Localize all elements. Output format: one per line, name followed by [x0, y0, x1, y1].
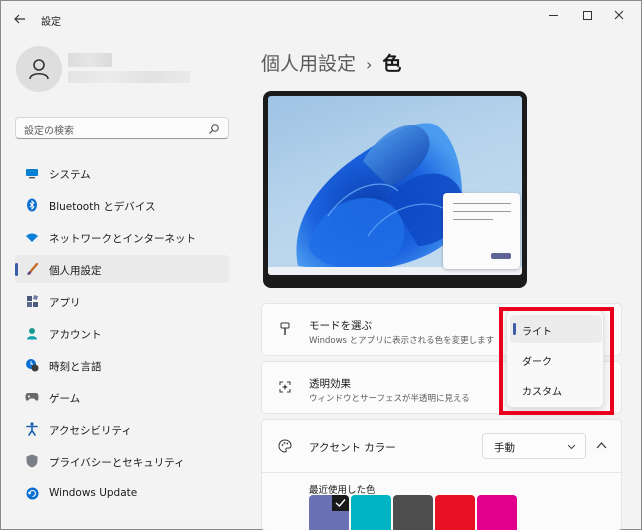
sidebar-item-accounts[interactable]: アカウント: [15, 319, 229, 347]
transparency-title: 透明効果: [309, 378, 351, 390]
sidebar-item-apps[interactable]: アプリ: [15, 287, 229, 315]
chevron-down-icon: [567, 444, 576, 450]
shield-icon: [25, 454, 39, 468]
palette-icon: [278, 439, 292, 453]
sidebar-item-label: ネットワークとインターネット: [49, 233, 196, 245]
breadcrumb: 個人用設定 › 色: [261, 49, 401, 76]
breadcrumb-parent[interactable]: 個人用設定: [261, 53, 356, 75]
sidebar-item-label: アカウント: [49, 329, 102, 341]
breadcrumb-separator: ›: [366, 55, 373, 74]
sidebar-item-label: 個人用設定: [49, 265, 102, 277]
color-swatch[interactable]: [435, 495, 475, 530]
preview-desktop: [268, 96, 522, 275]
accent-mode-dropdown[interactable]: 手動: [482, 433, 586, 459]
sidebar-item-label: プライバシーとセキュリティ: [49, 457, 185, 469]
sidebar-item-label: ゲーム: [49, 393, 81, 405]
page-title: 色: [382, 53, 402, 75]
apps-icon: [25, 294, 39, 308]
close-icon: [614, 10, 624, 20]
clock-globe-icon: [25, 358, 39, 372]
avatar[interactable]: [16, 46, 62, 92]
color-swatch[interactable]: [477, 495, 517, 530]
maximize-button[interactable]: [573, 5, 601, 25]
mode-description: Windows とアプリに表示される色を変更します: [309, 336, 495, 346]
gamepad-icon: [25, 390, 39, 404]
person-icon: [25, 326, 39, 340]
user-email-blurred: [68, 71, 190, 83]
theme-preview: [263, 91, 527, 288]
sidebar-item-bluetooth[interactable]: Bluetooth とデバイス: [15, 191, 229, 219]
search-input[interactable]: 設定の検索: [24, 122, 74, 137]
transparency-description: ウィンドウとサーフェスが半透明に見える: [309, 394, 470, 404]
accent-mode-value: 手動: [494, 442, 515, 454]
sidebar-item-label: アクセシビリティ: [49, 425, 132, 437]
transparency-icon: [278, 380, 292, 394]
update-icon: [25, 486, 39, 500]
minimize-icon: [548, 14, 558, 16]
sidebar-item-time-language[interactable]: 時刻と言語: [15, 351, 229, 379]
color-swatch[interactable]: [351, 495, 391, 530]
sidebar-item-system[interactable]: システム: [15, 159, 229, 187]
settings-window: 設定 設定の検索 システム Bluetooth とデバイス ネットワークとインタ…: [0, 0, 642, 530]
sidebar-item-label: 時刻と言語: [49, 361, 102, 373]
sidebar-item-label: Bluetooth とデバイス: [49, 201, 156, 213]
accessibility-icon: [25, 422, 39, 436]
sidebar-item-network[interactable]: ネットワークとインターネット: [15, 223, 229, 251]
search-icon: [209, 124, 219, 134]
highlight-annotation: [499, 307, 614, 415]
arrow-left-icon: [14, 14, 25, 24]
minimize-button[interactable]: [539, 5, 567, 25]
search-box[interactable]: 設定の検索: [15, 117, 229, 139]
maximize-icon: [582, 10, 592, 20]
sidebar-item-label: アプリ: [49, 297, 81, 309]
sidebar-item-label: Windows Update: [49, 487, 138, 499]
color-swatch[interactable]: [393, 495, 433, 530]
checkmark-icon: [335, 499, 346, 507]
close-button[interactable]: [605, 5, 633, 25]
sidebar-item-gaming[interactable]: ゲーム: [15, 383, 229, 411]
monitor-icon: [25, 166, 39, 180]
chevron-up-icon[interactable]: [596, 441, 607, 450]
sidebar-item-accessibility[interactable]: アクセシビリティ: [15, 415, 229, 443]
sidebar-item-privacy-security[interactable]: プライバシーとセキュリティ: [15, 447, 229, 475]
preview-window: [443, 193, 520, 269]
sidebar-item-windows-update[interactable]: Windows Update: [15, 479, 229, 507]
swatch-check-badge: [332, 495, 349, 511]
recent-colors-label: 最近使用した色: [309, 485, 376, 496]
selection-indicator: [15, 263, 18, 276]
sidebar-item-label: システム: [49, 169, 91, 181]
accent-title: アクセント カラー: [309, 442, 396, 454]
wifi-icon: [25, 230, 39, 244]
person-icon: [29, 59, 49, 80]
color-swatch-selected[interactable]: [309, 495, 349, 530]
user-name-blurred: [68, 53, 112, 67]
mode-title: モードを選ぶ: [309, 320, 372, 332]
sidebar-item-personalization[interactable]: 個人用設定: [15, 255, 229, 283]
title-bar: 設定: [1, 1, 641, 37]
window-title: 設定: [41, 17, 61, 28]
back-button[interactable]: [9, 9, 31, 29]
preview-accent-button: [491, 253, 511, 259]
bluetooth-icon: [25, 198, 39, 212]
paint-brush-icon: [25, 262, 39, 276]
paint-brush-icon: [278, 322, 292, 336]
